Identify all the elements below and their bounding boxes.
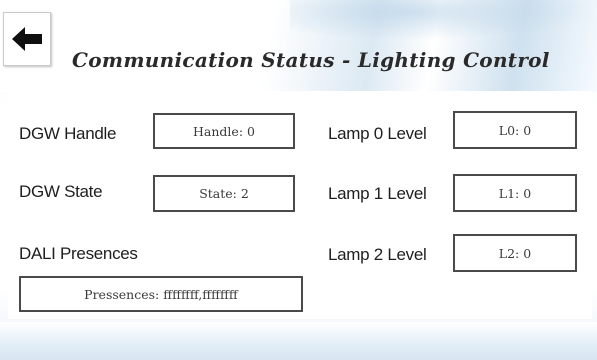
dgw-handle-field: Handle: 0 — [153, 113, 295, 149]
dali-presences-field: Pressences: ffffffff,ffffffff — [19, 276, 303, 312]
dgw-state-field: State: 2 — [153, 175, 295, 212]
footer-background — [0, 322, 597, 360]
dali-presences-label: DALI Presences — [19, 244, 138, 263]
lamp-2-level-field: L2: 0 — [453, 234, 577, 272]
back-button[interactable] — [3, 12, 51, 66]
lamp-1-level-field: L1: 0 — [453, 174, 577, 212]
dgw-handle-label: DGW Handle — [19, 124, 117, 143]
header-background — [0, 0, 597, 92]
lamp-0-level-field: L0: 0 — [453, 111, 577, 149]
page-title: Communication Status - Lighting Control — [72, 48, 550, 72]
lamp-2-level-label: Lamp 2 Level — [328, 245, 427, 264]
lamp-0-level-label: Lamp 0 Level — [328, 124, 427, 143]
header-decoration — [290, 0, 597, 40]
dgw-state-label: DGW State — [19, 182, 103, 201]
screen: Communication Status - Lighting Control … — [0, 0, 597, 360]
lamp-1-level-label: Lamp 1 Level — [328, 184, 427, 203]
left-arrow-icon — [12, 27, 42, 51]
